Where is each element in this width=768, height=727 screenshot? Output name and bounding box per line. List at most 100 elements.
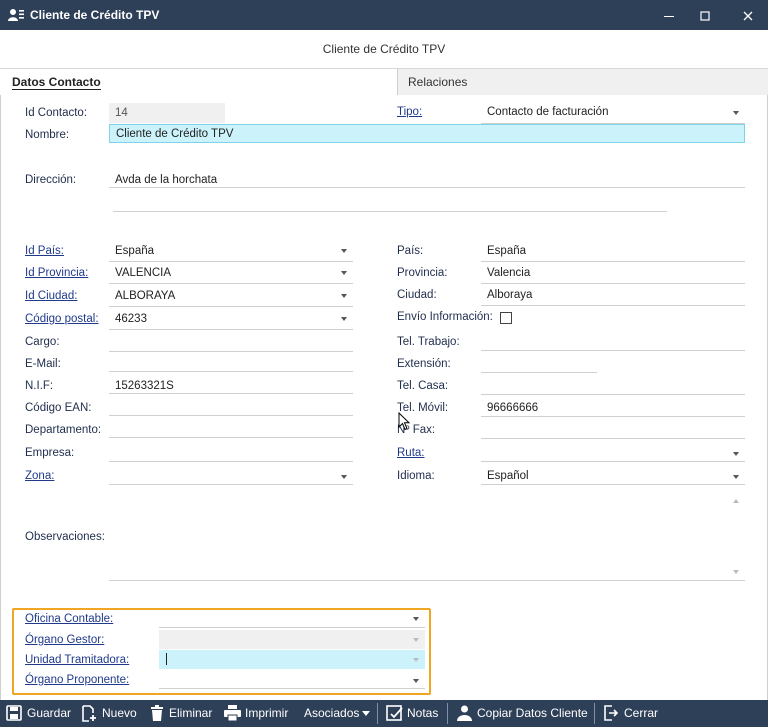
cargo-label: Cargo: xyxy=(25,336,60,348)
scroll-up-icon[interactable] xyxy=(733,499,739,503)
tel-trabajo-label: Tel. Trabajo: xyxy=(397,336,460,348)
bottom-toolbar: Guardar Nuevo Eliminar Imprimir Asociado… xyxy=(0,700,768,727)
ciudad-label: Ciudad: xyxy=(397,289,437,301)
id-ciudad-label[interactable]: Id Ciudad: xyxy=(25,290,77,302)
asociados-button[interactable]: Asociados xyxy=(304,700,370,727)
email-underline xyxy=(109,371,353,372)
empresa-label: Empresa: xyxy=(25,447,75,459)
extension-label: Extensión: xyxy=(397,358,451,370)
id-pais-select[interactable]: España xyxy=(115,245,154,257)
direccion-underline xyxy=(109,187,745,188)
nuevo-label: Nuevo xyxy=(102,706,137,720)
id-ciudad-underline xyxy=(109,306,353,307)
id-pais-label[interactable]: Id País: xyxy=(25,245,64,257)
guardar-label: Guardar xyxy=(27,706,72,720)
chevron-down-icon[interactable] xyxy=(341,317,347,321)
id-contacto-label: Id Contacto: xyxy=(25,107,88,119)
nif-field[interactable]: 15263321S xyxy=(115,380,174,392)
cerrar-button[interactable]: Cerrar xyxy=(603,700,663,727)
tab-label: Datos Contacto xyxy=(12,75,101,90)
ruta-underline xyxy=(481,461,745,462)
highlight-frame xyxy=(12,608,431,695)
departamento-label: Departamento: xyxy=(25,424,102,436)
id-pais-underline xyxy=(109,261,353,262)
pais-field[interactable]: España xyxy=(487,245,526,257)
empresa-underline xyxy=(109,461,353,462)
zona-underline xyxy=(109,484,353,485)
note-icon xyxy=(386,705,403,721)
maximize-icon xyxy=(700,10,710,21)
id-provincia-label[interactable]: Id Provincia: xyxy=(25,267,88,279)
user-icon xyxy=(457,705,472,721)
maximize-button[interactable] xyxy=(687,0,723,30)
close-button[interactable] xyxy=(730,0,766,30)
minimize-icon xyxy=(664,15,674,17)
envio-informacion-label: Envío Información: xyxy=(397,311,493,323)
codigo-ean-underline xyxy=(109,415,353,416)
tel-casa-label: Tel. Casa: xyxy=(397,380,449,392)
save-icon xyxy=(6,705,22,721)
chevron-down-icon[interactable] xyxy=(341,249,347,253)
form-subtitle: Cliente de Crédito TPV xyxy=(0,30,768,68)
id-provincia-select[interactable]: VALENCIA xyxy=(115,267,171,279)
imprimir-label: Imprimir xyxy=(245,706,289,720)
envio-informacion-checkbox[interactable] xyxy=(500,312,512,324)
direccion-field[interactable]: Avda de la horchata xyxy=(115,174,217,186)
pais-underline xyxy=(481,261,745,262)
nombre-label: Nombre: xyxy=(25,129,70,141)
nif-underline xyxy=(109,393,353,394)
provincia-field[interactable]: Valencia xyxy=(487,267,530,279)
cerrar-label: Cerrar xyxy=(624,706,659,720)
tipo-label[interactable]: Tipo: xyxy=(397,106,422,118)
contact-card-icon xyxy=(8,9,24,21)
chevron-down-icon[interactable] xyxy=(733,475,739,479)
exit-icon xyxy=(604,705,618,721)
new-document-icon xyxy=(82,705,96,722)
minimize-button[interactable] xyxy=(651,0,687,30)
chevron-down-icon[interactable] xyxy=(341,475,347,479)
toolbar-separator xyxy=(594,703,595,724)
tab-relaciones[interactable]: Relaciones xyxy=(398,69,768,96)
id-ciudad-select[interactable]: ALBORAYA xyxy=(115,290,175,302)
guardar-button[interactable]: Guardar xyxy=(6,700,72,727)
chevron-down-icon xyxy=(362,711,370,716)
notas-label: Notas xyxy=(407,706,439,720)
idioma-select[interactable]: Español xyxy=(487,470,529,482)
nif-label: N.I.F: xyxy=(25,380,54,392)
direccion2-underline xyxy=(113,211,667,212)
provincia-label: Provincia: xyxy=(397,267,448,279)
ciudad-underline xyxy=(481,305,745,306)
chevron-down-icon[interactable] xyxy=(341,294,347,298)
pais-label: País: xyxy=(397,245,424,257)
ruta-label[interactable]: Ruta: xyxy=(397,447,425,459)
chevron-down-icon[interactable] xyxy=(733,111,739,115)
tel-casa-underline xyxy=(481,394,745,395)
provincia-underline xyxy=(481,283,745,284)
chevron-down-icon[interactable] xyxy=(733,452,739,456)
nuevo-button[interactable]: Nuevo xyxy=(81,700,137,727)
observaciones-textarea[interactable] xyxy=(115,505,735,575)
copiar-label: Copiar Datos Cliente xyxy=(477,706,588,720)
close-icon xyxy=(743,11,753,21)
observaciones-underline xyxy=(109,580,745,581)
scroll-down-icon[interactable] xyxy=(733,570,739,574)
tab-datos-contacto[interactable]: Datos Contacto xyxy=(0,69,398,96)
tab-strip: Datos Contacto Relaciones xyxy=(0,68,768,96)
tipo-select[interactable]: Contacto de facturación xyxy=(487,106,608,118)
copiar-datos-cliente-button[interactable]: Copiar Datos Cliente xyxy=(457,700,589,727)
nombre-value: Cliente de Crédito TPV xyxy=(116,128,234,140)
toolbar-separator xyxy=(447,703,448,724)
imprimir-button[interactable]: Imprimir xyxy=(224,700,292,727)
codigo-postal-select[interactable]: 46233 xyxy=(115,313,147,325)
notas-button[interactable]: Notas xyxy=(386,700,440,727)
codigo-postal-label[interactable]: Código postal: xyxy=(25,313,99,325)
ciudad-field[interactable]: Alboraya xyxy=(487,289,532,301)
zona-label[interactable]: Zona: xyxy=(25,470,54,482)
eliminar-button[interactable]: Eliminar xyxy=(150,700,214,727)
tel-movil-field[interactable]: 96666666 xyxy=(487,402,538,414)
email-label: E-Mail: xyxy=(25,358,61,370)
extension-underline xyxy=(481,372,597,373)
tel-trabajo-underline xyxy=(481,350,745,351)
trash-icon xyxy=(151,705,163,721)
chevron-down-icon[interactable] xyxy=(341,271,347,275)
